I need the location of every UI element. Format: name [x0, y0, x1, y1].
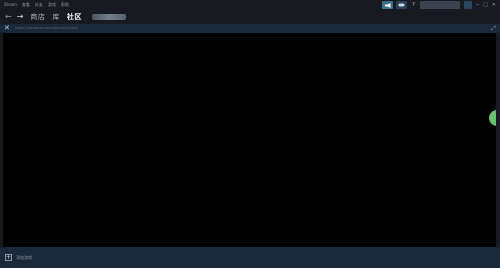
account-button[interactable]	[420, 1, 461, 9]
url-text: https://steamcommunity.com/home/	[14, 26, 79, 30]
megaphone-glyph	[384, 2, 391, 8]
minimize-icon[interactable]: ─	[476, 0, 479, 10]
forward-arrow-icon[interactable]: →	[17, 10, 24, 24]
back-arrow-icon[interactable]: ←	[5, 10, 12, 24]
nav-bar: ← → 商店 库 社区	[0, 10, 500, 24]
tab-store[interactable]: 商店	[30, 10, 45, 24]
right-gutter	[496, 33, 500, 247]
controller-icon[interactable]	[396, 1, 408, 9]
add-game-button[interactable]: + 添加游戏	[5, 254, 32, 261]
plus-icon: +	[5, 254, 12, 261]
tab-library[interactable]: 库	[52, 10, 60, 24]
web-content-area[interactable]	[3, 33, 500, 247]
url-bar: ✕ https://steamcommunity.com/home/ ⤢	[0, 24, 500, 33]
menu-item-view[interactable]: 查看	[22, 0, 30, 10]
menu-item-friends[interactable]: 好友	[35, 0, 43, 10]
menu-item-games[interactable]: 游戏	[48, 0, 56, 10]
add-game-label: 添加游戏	[16, 254, 32, 260]
maximize-icon[interactable]: □	[483, 0, 488, 10]
tab-community[interactable]: 社区	[67, 10, 82, 24]
controller-glyph	[398, 3, 405, 7]
help-button[interactable]: ?	[410, 1, 417, 9]
bottom-bar: + 添加游戏	[0, 247, 500, 268]
close-icon[interactable]: ✕	[4, 24, 10, 33]
tab-username-blurred[interactable]	[91, 14, 126, 20]
top-right-controls: ? ─ □ ✕	[382, 0, 500, 10]
expand-icon[interactable]: ⤢	[491, 24, 496, 33]
close-window-icon[interactable]: ✕	[492, 0, 496, 10]
menu-item-help[interactable]: 帮助	[61, 0, 69, 10]
megaphone-icon[interactable]	[382, 1, 394, 9]
avatar[interactable]	[464, 1, 473, 9]
menu-item-steam[interactable]: Steam	[4, 0, 17, 10]
